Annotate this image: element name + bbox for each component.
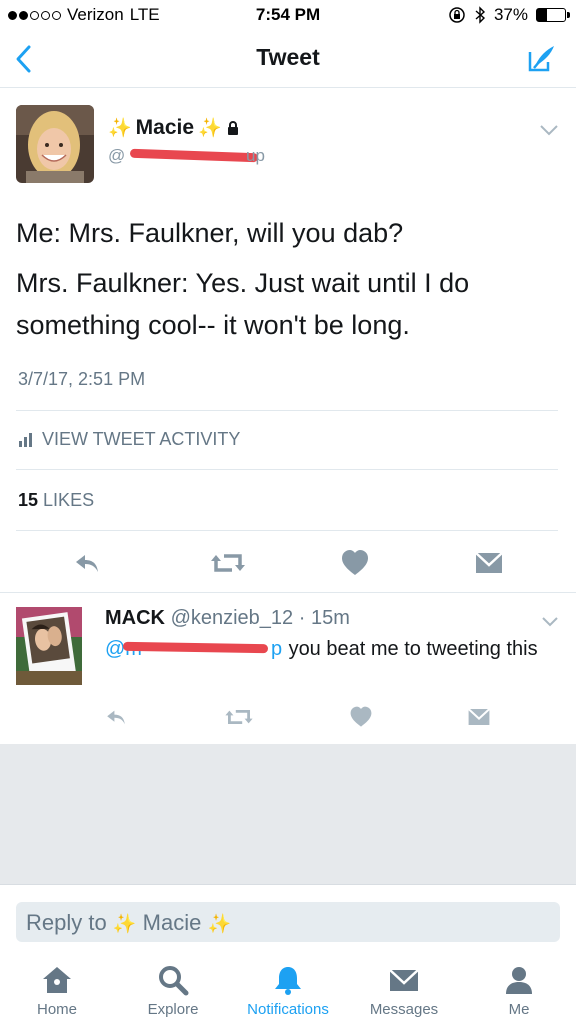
empty-replies-area <box>0 744 576 884</box>
tab-notifications[interactable]: Notifications <box>233 964 343 1018</box>
likes-count-link[interactable]: 15 LIKES <box>18 490 94 511</box>
battery-level <box>537 9 548 21</box>
reply-actions <box>0 705 576 735</box>
reply-placeholder-prefix: Reply to <box>26 910 107 935</box>
likes-count: 15 <box>18 490 39 510</box>
nav-bar: Tweet <box>0 30 576 88</box>
redaction-mark <box>129 148 259 163</box>
envelope-icon <box>467 708 491 725</box>
status-bar: Verizon LTE 7:54 PM 37% <box>0 0 576 30</box>
bar-chart-icon <box>19 432 32 447</box>
mention-suffix: p <box>271 638 283 660</box>
author-handle[interactable]: @ up <box>108 146 265 168</box>
view-tweet-activity-link[interactable]: VIEW TWEET ACTIVITY <box>18 429 240 450</box>
like-button[interactable] <box>340 548 370 578</box>
rotation-lock-icon <box>449 7 465 23</box>
reply-separator: · <box>298 607 306 629</box>
tweet-text: Me: Mrs. Faulkner, will you dab? Mrs. Fa… <box>16 212 556 354</box>
battery-percent: 37% <box>493 5 528 24</box>
envelope-icon <box>389 969 419 991</box>
tab-label: Home <box>36 1001 77 1018</box>
tweet-actions <box>0 543 576 583</box>
avatar[interactable] <box>16 105 94 183</box>
chevron-down-icon <box>542 617 558 627</box>
reply-time: 15m <box>310 607 350 629</box>
divider <box>16 530 558 531</box>
sparkles-icon: ✨ <box>198 118 222 139</box>
avatar-photo <box>16 607 82 685</box>
likes-label: LIKES <box>43 490 95 510</box>
tab-explore[interactable]: Explore <box>118 964 228 1018</box>
handle-prefix: @ <box>108 146 126 165</box>
retweet-button[interactable] <box>224 705 254 729</box>
author-name: Macie <box>135 116 195 139</box>
redaction-mark <box>122 641 269 654</box>
compose-button[interactable] <box>524 42 558 76</box>
reply-bar: Reply to ✨ Macie ✨ <box>0 884 576 950</box>
reply-button[interactable] <box>72 548 102 578</box>
tab-label: Messages <box>369 1001 439 1018</box>
reply-author-name[interactable]: MACK <box>105 607 165 629</box>
lock-icon <box>227 121 238 135</box>
direct-message-button[interactable] <box>467 705 491 729</box>
activity-label: VIEW TWEET ACTIVITY <box>42 429 241 449</box>
home-icon <box>43 967 71 993</box>
reply-button[interactable] <box>104 705 128 729</box>
tweet-options-button[interactable] <box>538 123 560 137</box>
reply-options-button[interactable] <box>540 615 560 627</box>
reply-input[interactable]: Reply to ✨ Macie ✨ <box>16 902 560 942</box>
tab-label: Me <box>508 1001 530 1018</box>
reply-placeholder-name: Macie <box>142 910 202 935</box>
author-name-row[interactable]: ✨ Macie ✨ <box>108 116 240 140</box>
status-right: 37% <box>448 5 570 25</box>
heart-icon <box>342 550 368 575</box>
reply-icon <box>76 555 98 572</box>
reply-tweet[interactable]: MACK @kenzieb_12 · 15m @m p you beat me … <box>0 593 576 743</box>
avatar-photo <box>16 105 94 183</box>
sparkles-icon: ✨ <box>207 914 232 935</box>
compose-icon <box>528 46 554 72</box>
reply-author-handle[interactable]: @kenzieb_12 <box>171 607 294 629</box>
tab-me[interactable]: Me <box>464 964 574 1018</box>
retweet-icon <box>211 554 245 572</box>
sparkles-icon: ✨ <box>108 118 132 139</box>
reply-icon <box>107 710 125 725</box>
divider <box>16 469 558 470</box>
mention-link[interactable]: @m p <box>105 635 283 660</box>
like-button[interactable] <box>349 705 373 729</box>
tab-bar: Home Explore Notifications Messages Me <box>0 950 576 1024</box>
search-icon <box>159 966 189 996</box>
person-icon <box>506 967 532 994</box>
tab-messages[interactable]: Messages <box>349 964 459 1018</box>
divider <box>16 410 558 411</box>
bluetooth-icon <box>475 6 485 24</box>
tab-label: Notifications <box>247 1001 329 1018</box>
tweet-line: Me: Mrs. Faulkner, will you dab? <box>16 218 404 248</box>
direct-message-button[interactable] <box>474 548 504 578</box>
tab-label: Explore <box>147 1001 199 1018</box>
battery-icon <box>536 8 570 22</box>
tweet-line: Mrs. Faulkner: Yes. Just wait until I do… <box>16 268 470 340</box>
reply-header: MACK @kenzieb_12 · 15m <box>105 607 350 630</box>
envelope-icon <box>475 552 503 573</box>
avatar[interactable] <box>16 607 82 685</box>
page-title: Tweet <box>256 44 320 70</box>
retweet-icon <box>225 710 253 724</box>
tweet-timestamp: 3/7/17, 2:51 PM <box>18 369 146 389</box>
heart-icon <box>350 706 372 727</box>
tab-home[interactable]: Home <box>2 964 112 1018</box>
bell-icon <box>275 967 301 995</box>
reply-message: you beat me to tweeting this <box>288 638 538 660</box>
sparkles-icon: ✨ <box>112 914 137 935</box>
chevron-down-icon <box>540 125 558 136</box>
handle-suffix: up <box>246 146 265 165</box>
reply-text: @m p you beat me to tweeting this <box>105 635 555 664</box>
retweet-button[interactable] <box>210 548 246 578</box>
